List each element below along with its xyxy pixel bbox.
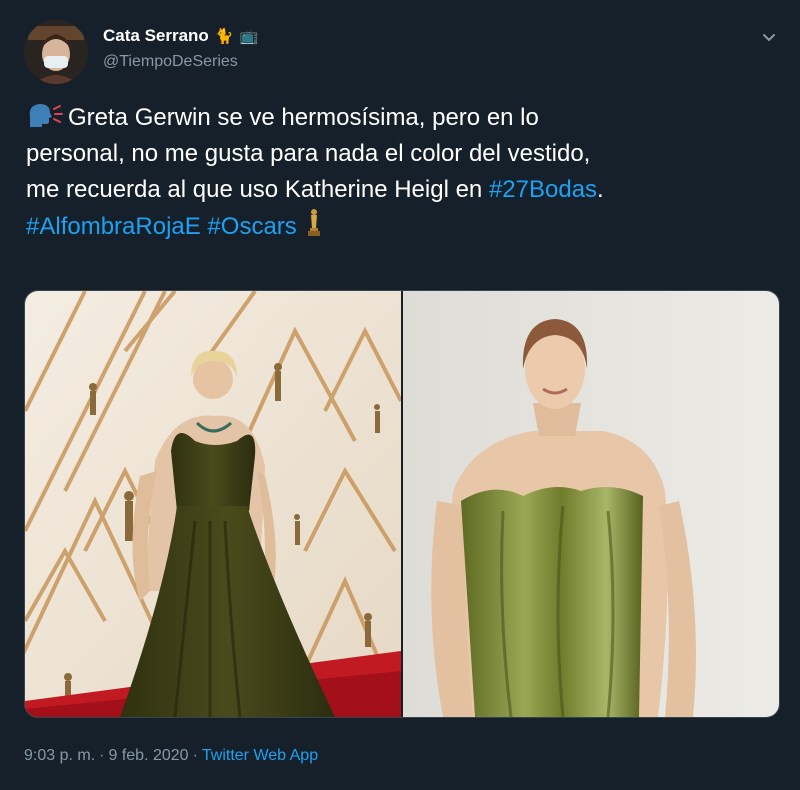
tweet-line-2: personal, no me gusta para nada el color… — [26, 140, 591, 167]
chevron-down-icon[interactable] — [758, 26, 780, 48]
oscar-trophy-icon — [307, 208, 321, 249]
hashtag-alfombrarojae[interactable]: #AlfombraRojaE — [26, 213, 201, 240]
tweet-line-1: Greta Gerwin se ve hermosísima, pero en … — [26, 100, 766, 136]
tv-emoji-icon: 📺 — [239, 27, 259, 45]
speaking-head-icon — [26, 101, 66, 140]
tweet-card: Cata Serrano 🐈 📺 @TiempoDeSeries Greta G… — [0, 0, 800, 790]
hashtag-27bodas[interactable]: #27Bodas — [489, 176, 597, 203]
tweet-line-4: #AlfombraRojaE #Oscars — [26, 208, 766, 244]
tweet-footer: 9:03 p. m. · 9 feb. 2020 · Twitter Web A… — [24, 747, 318, 765]
hashtag-oscars[interactable]: #Oscars — [207, 213, 296, 240]
tweet-line-3-end: . — [597, 176, 604, 203]
tweet-line-3-text: me recuerda al que uso Katherine Heigl e… — [26, 176, 489, 203]
footer-separator: · — [99, 747, 105, 764]
user-name-row: Cata Serrano 🐈 📺 — [103, 26, 258, 46]
tweet-date[interactable]: 9 feb. 2020 — [108, 747, 188, 765]
tweet-line-1-text: Greta Gerwin se ve hermosísima, pero en … — [68, 104, 539, 131]
tweet-time[interactable]: 9:03 p. m. — [24, 747, 95, 765]
photo-katherine-heigl[interactable] — [403, 291, 779, 717]
footer-separator: · — [192, 747, 198, 764]
display-name[interactable]: Cata Serrano — [103, 26, 209, 46]
source-app-link[interactable]: Twitter Web App — [202, 747, 318, 765]
tweet-line-3: me recuerda al que uso Katherine Heigl e… — [26, 172, 766, 208]
user-handle[interactable]: @TiempoDeSeries — [103, 53, 238, 71]
photo-greta-gerwin[interactable] — [25, 291, 403, 717]
cat-emoji-icon: 🐈 — [214, 27, 234, 45]
avatar[interactable] — [24, 20, 88, 84]
tweet-text: Greta Gerwin se ve hermosísima, pero en … — [26, 100, 766, 244]
media-grid — [24, 290, 780, 718]
